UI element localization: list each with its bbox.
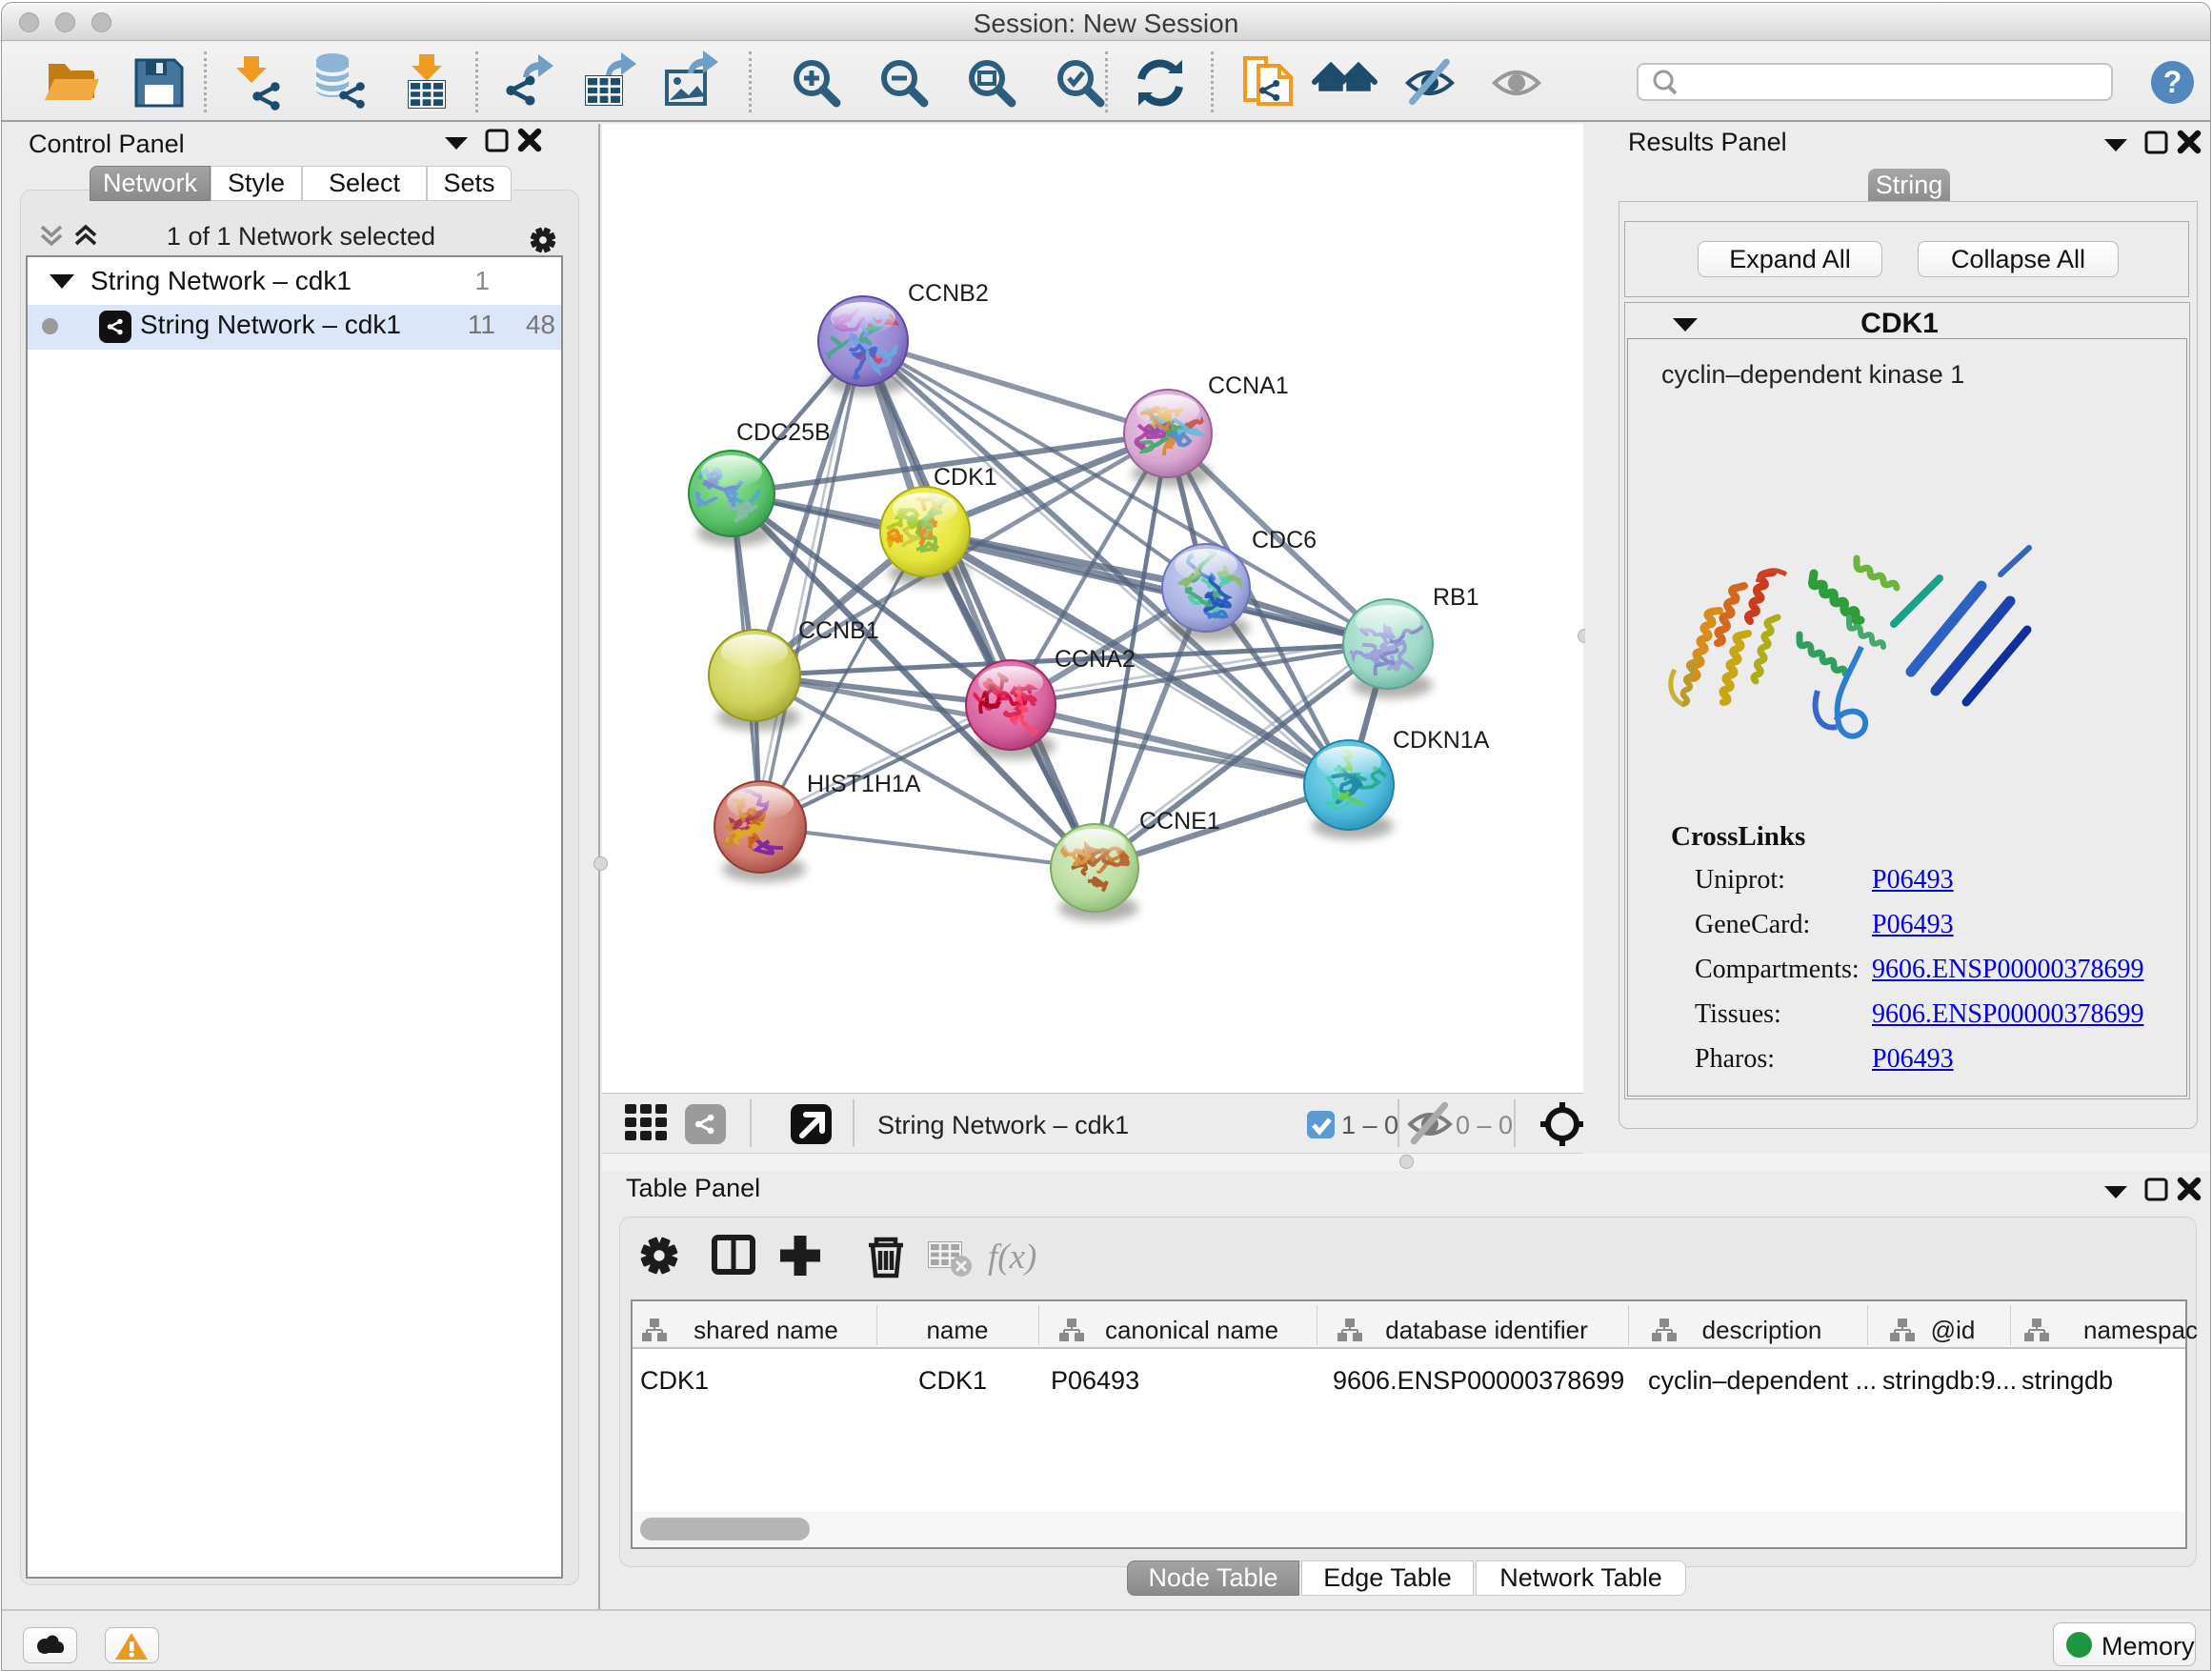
svg-text:CDKN1A: CDKN1A <box>1393 727 1490 754</box>
svg-text:CCNB1: CCNB1 <box>798 617 879 644</box>
svg-text:CDC25B: CDC25B <box>736 419 831 446</box>
svg-text:CDC6: CDC6 <box>1252 527 1317 554</box>
svg-text:HIST1H1A: HIST1H1A <box>807 771 921 797</box>
svg-text:String Network – cdk1: String Network – cdk1 <box>877 1111 1129 1139</box>
svg-text:CDK1: CDK1 <box>934 464 997 491</box>
svg-text:CCNE1: CCNE1 <box>1139 808 1220 835</box>
svg-text:RB1: RB1 <box>1433 584 1479 611</box>
svg-text:CCNB2: CCNB2 <box>908 280 989 307</box>
svg-text:CCNA1: CCNA1 <box>1208 372 1289 399</box>
svg-text:CCNA2: CCNA2 <box>1055 646 1136 673</box>
svg-text:0 – 0: 0 – 0 <box>1456 1111 1513 1139</box>
svg-text:f(x): f(x) <box>988 1238 1036 1277</box>
svg-text:1 – 0: 1 – 0 <box>1341 1111 1398 1139</box>
